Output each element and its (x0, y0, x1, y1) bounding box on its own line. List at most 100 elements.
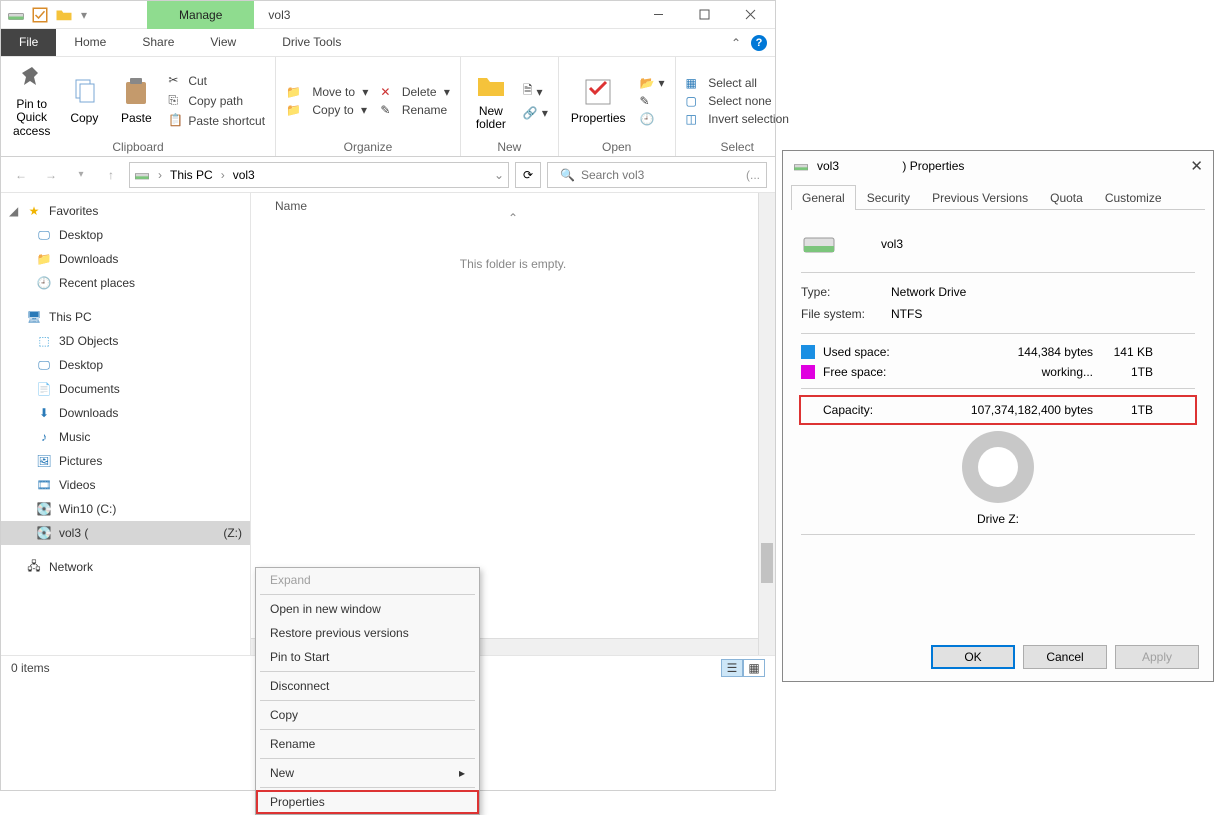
props-title-suffix: ) Properties (902, 159, 964, 173)
ctx-copy[interactable]: Copy (256, 703, 479, 727)
help-icon[interactable]: ? (751, 35, 767, 51)
delete-button[interactable]: ✕ Delete ▾ (378, 84, 451, 100)
ctx-open-new-window[interactable]: Open in new window (256, 597, 479, 621)
ctx-rename[interactable]: Rename (256, 732, 479, 756)
window-title: vol3 (268, 8, 290, 22)
details-view-button[interactable]: ☰ (721, 659, 743, 677)
refresh-button[interactable]: ⟳ (515, 162, 541, 188)
tree-this-pc[interactable]: 🖥This PC (1, 305, 250, 329)
tab-security[interactable]: Security (856, 185, 921, 210)
paste-shortcut-icon: 📋 (168, 113, 184, 129)
select-all-button[interactable]: ▦ Select all (684, 75, 791, 91)
recent-icon: 🕘 (35, 274, 53, 292)
rename-button[interactable]: ✎ Rename (378, 102, 451, 118)
tree-pictures[interactable]: 🖼Pictures (1, 449, 250, 473)
large-icons-view-button[interactable]: ▦ (743, 659, 765, 677)
copy-to-button[interactable]: 📁 Copy to ▾ (284, 102, 370, 118)
paste-button[interactable]: Paste (114, 74, 158, 127)
new-folder-button[interactable]: New folder (469, 68, 513, 133)
maximize-button[interactable] (681, 1, 727, 29)
tree-documents[interactable]: 📄Documents (1, 377, 250, 401)
crumb-vol3[interactable]: vol3 (233, 168, 255, 182)
pin-quick-access-button[interactable]: Pin to Quick access (9, 61, 54, 140)
move-to-button[interactable]: 📁 Move to ▾ (284, 84, 370, 100)
tree-network[interactable]: 🖧Network (1, 555, 250, 579)
props-title-prefix: vol3 (817, 159, 839, 173)
tab-quota[interactable]: Quota (1039, 185, 1094, 210)
tab-general[interactable]: General (791, 185, 856, 210)
tree-music[interactable]: ♪Music (1, 425, 250, 449)
qat-overflow[interactable]: ▾ (79, 8, 87, 22)
properties-icon (582, 76, 614, 108)
select-none-button[interactable]: ▢ Select none (684, 93, 791, 109)
easy-access-button[interactable]: 🔗▾ (521, 105, 550, 121)
folder-icon[interactable] (55, 6, 73, 24)
tab-customize[interactable]: Customize (1094, 185, 1173, 210)
tree-vol3-label: vol3 ( (59, 526, 88, 540)
address-dropdown-icon[interactable]: ⌄ (494, 168, 504, 182)
tree-vol3[interactable]: 💽vol3 ((Z:) (1, 521, 250, 545)
collapse-ribbon-icon[interactable]: ⌃ (731, 36, 741, 50)
search-box[interactable]: 🔍 Search vol3 (... (547, 162, 767, 188)
share-tab[interactable]: Share (124, 29, 192, 56)
up-button[interactable]: ↑ (99, 163, 123, 187)
tree-c-drive[interactable]: 💽Win10 (C:) (1, 497, 250, 521)
tree-favorites[interactable]: ◢★Favorites (1, 199, 250, 223)
tree-downloads2[interactable]: ⬇Downloads (1, 401, 250, 425)
search-placeholder: Search vol3 (581, 168, 644, 182)
ctx-properties[interactable]: Properties (256, 790, 479, 814)
properties-dialog: vol3 ) Properties ✕ General Security Pre… (782, 150, 1214, 682)
ctx-restore[interactable]: Restore previous versions (256, 621, 479, 645)
chevron-icon[interactable]: › (217, 168, 229, 182)
group-clipboard: Pin to Quick access Copy Paste ✂Cut ⎘Cop… (1, 57, 276, 156)
ctx-disconnect[interactable]: Disconnect (256, 674, 479, 698)
back-button[interactable]: ← (9, 163, 33, 187)
forward-button[interactable]: → (39, 163, 63, 187)
crumb-this-pc[interactable]: This PC (170, 168, 213, 182)
edit-button[interactable]: ✎ (638, 93, 667, 109)
network-drive-icon (793, 158, 809, 174)
delete-label: Delete (402, 85, 437, 99)
group-new-label: New (469, 140, 550, 156)
copy-button[interactable]: Copy (62, 74, 106, 127)
manage-tab[interactable]: Manage (147, 1, 254, 29)
drive-tools-tab[interactable]: Drive Tools (264, 29, 359, 56)
home-tab[interactable]: Home (56, 29, 124, 56)
props-close-button[interactable]: ✕ (1190, 157, 1203, 175)
minimize-button[interactable] (635, 1, 681, 29)
tree-3d[interactable]: ⬚3D Objects (1, 329, 250, 353)
apply-button[interactable]: Apply (1115, 645, 1199, 669)
view-tab[interactable]: View (192, 29, 254, 56)
capacity-human: 1TB (1093, 403, 1153, 417)
move-to-icon: 📁 (286, 85, 301, 99)
tree-recent[interactable]: 🕘Recent places (1, 271, 250, 295)
history-button[interactable]: 🕘 (638, 111, 667, 127)
tree-desktop2[interactable]: 🖵Desktop (1, 353, 250, 377)
tab-previous-versions[interactable]: Previous Versions (921, 185, 1039, 210)
vertical-scrollbar[interactable] (758, 193, 775, 655)
recent-locations-button[interactable]: ▾ (69, 163, 93, 187)
close-button[interactable] (727, 1, 773, 29)
tree-downloads[interactable]: 📁Downloads (1, 247, 250, 271)
tree-videos[interactable]: 🎞Videos (1, 473, 250, 497)
documents-icon: 📄 (35, 380, 53, 398)
props-drive-name[interactable]: vol3 (881, 237, 903, 251)
cancel-button[interactable]: Cancel (1023, 645, 1107, 669)
props-buttons: OK Cancel Apply (931, 645, 1199, 669)
tree-desktop[interactable]: 🖵Desktop (1, 223, 250, 247)
ctx-new[interactable]: New▸ (256, 761, 479, 785)
paste-shortcut-button[interactable]: 📋Paste shortcut (166, 112, 267, 130)
new-item-button[interactable]: 🗎▾ (521, 80, 550, 103)
address-bar[interactable]: › This PC › vol3 ⌄ (129, 162, 509, 188)
ok-button[interactable]: OK (931, 645, 1015, 669)
properties-button[interactable]: Properties (567, 74, 630, 127)
desktop-icon: 🖵 (35, 356, 53, 374)
copy-path-button[interactable]: ⎘Copy path (166, 92, 267, 110)
file-tab[interactable]: File (1, 29, 56, 56)
ctx-pin-start[interactable]: Pin to Start (256, 645, 479, 669)
chevron-icon[interactable]: › (154, 168, 166, 182)
cut-button[interactable]: ✂Cut (166, 72, 267, 90)
invert-selection-button[interactable]: ◫ Invert selection (684, 111, 791, 127)
checkbox-icon[interactable] (31, 6, 49, 24)
open-button[interactable]: 📂▾ (638, 75, 667, 91)
